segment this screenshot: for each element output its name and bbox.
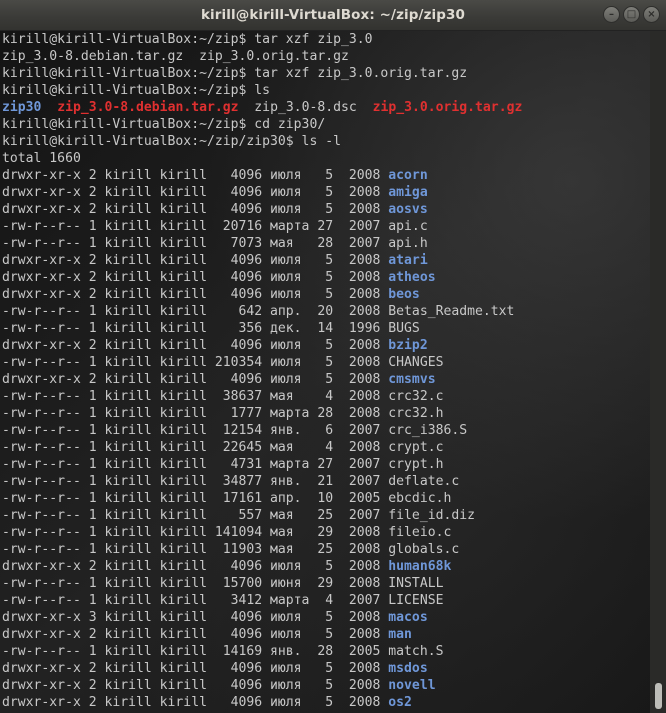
directory-name: novell [388,678,436,693]
file-name: api.c [388,219,428,234]
maximize-icon[interactable]: □ [623,6,640,23]
listing-row: drwxr-xr-x 2 kirill kirill 4096 июля 5 2… [2,168,428,183]
directory-name: aosvs [388,202,428,217]
listing-row: drwxr-xr-x 2 kirill kirill 4096 июля 5 2… [2,287,420,302]
directory-name: beos [388,287,420,302]
directory-name: man [388,627,412,642]
directory-name: amiga [388,185,428,200]
listing-row: drwxr-xr-x 2 kirill kirill 4096 июля 5 2… [2,202,428,217]
ls-entry: zip30 [2,100,42,115]
listing-row: -rw-r--r-- 1 kirill kirill 7073 мая 28 2… [2,236,428,251]
listing-row: drwxr-xr-x 3 kirill kirill 4096 июля 5 2… [2,610,428,625]
directory-name: msdos [388,661,428,676]
listing-row: drwxr-xr-x 2 kirill kirill 4096 июля 5 2… [2,661,428,676]
listing-row: drwxr-xr-x 2 kirill kirill 4096 июля 5 2… [2,559,452,574]
directory-name: atari [388,253,428,268]
listing-row: -rw-r--r-- 1 kirill kirill 141094 мая 29… [2,525,452,540]
listing-row: drwxr-xr-x 2 kirill kirill 4096 июля 5 2… [2,270,436,285]
file-name: api.h [388,236,428,251]
prompt-line: kirill@kirill-VirtualBox:~/zip$ tar xzf … [2,66,468,81]
listing-row: -rw-r--r-- 1 kirill kirill 4731 марта 27… [2,457,444,472]
file-name: LICENSE [388,593,444,608]
file-name: deflate.c [388,474,460,489]
file-name: globals.c [388,542,460,557]
terminal-window: kirill@kirill-VirtualBox: ~/zip/zip30 – … [0,0,666,713]
file-name: match.S [388,644,444,659]
listing-row: -rw-r--r-- 1 kirill kirill 557 мая 25 20… [2,508,475,523]
listing-row: drwxr-xr-x 2 kirill kirill 4096 июля 5 2… [2,185,428,200]
listing-row: drwxr-xr-x 2 kirill kirill 4096 июля 5 2… [2,338,428,353]
window-title: kirill@kirill-VirtualBox: ~/zip/zip30 [200,7,466,23]
prompt-line: kirill@kirill-VirtualBox:~/zip/zip30$ ls… [2,134,341,149]
ls-output-line: zip30 zip_3.0-8.debian.tar.gz zip_3.0-8.… [0,99,650,116]
directory-name: human68k [388,559,452,574]
file-name: crc32.c [388,389,444,404]
listing-row: -rw-r--r-- 1 kirill kirill 15700 июня 29… [2,576,444,591]
ls-entry: zip_3.0-8.debian.tar.gz [57,100,239,115]
listing-row: drwxr-xr-x 2 kirill kirill 4096 июля 5 2… [2,678,436,693]
listing-row: -rw-r--r-- 1 kirill kirill 11903 мая 25 … [2,542,460,557]
file-name: crc_i386.S [388,423,468,438]
file-name: crc32.h [388,406,444,421]
ls-entry: zip_3.0-8.dsc [254,100,357,115]
listing-row: -rw-r--r-- 1 kirill kirill 356 дек. 14 1… [2,321,420,336]
ls-entry: zip_3.0.orig.tar.gz [372,100,523,115]
file-name: BUGS [388,321,420,336]
scrollbar-thumb[interactable] [655,683,662,709]
file-name: INSTALL [388,576,444,591]
listing-row: -rw-r--r-- 1 kirill kirill 642 апр. 20 2… [2,304,515,319]
output-line: zip_3.0-8.debian.tar.gz zip_3.0.orig.tar… [2,49,349,64]
listing-row: -rw-r--r-- 1 kirill kirill 38637 мая 4 2… [2,389,444,404]
file-name: crypt.h [388,457,444,472]
close-icon[interactable]: × [643,6,660,23]
prompt-line: kirill@kirill-VirtualBox:~/zip$ ls [2,83,271,98]
terminal-output[interactable]: kirill@kirill-VirtualBox:~/zip$ tar xzf … [0,31,650,713]
directory-name: os2 [388,695,412,710]
file-name: Betas_Readme.txt [388,304,515,319]
file-name: file_id.diz [388,508,475,523]
listing-row: -rw-r--r-- 1 kirill kirill 20716 марта 2… [2,219,428,234]
listing-row: -rw-r--r-- 1 kirill kirill 1777 марта 28… [2,406,444,421]
file-name: crypt.c [388,440,444,455]
file-name: CHANGES [388,355,444,370]
output-line: total 1660 [2,151,81,166]
title-bar[interactable]: kirill@kirill-VirtualBox: ~/zip/zip30 – … [0,0,666,31]
listing-row: -rw-r--r-- 1 kirill kirill 17161 апр. 10… [2,491,452,506]
listing-row: drwxr-xr-x 2 kirill kirill 4096 июля 5 2… [2,372,436,387]
directory-name: macos [388,610,428,625]
listing-row: drwxr-xr-x 2 kirill kirill 4096 июля 5 2… [2,253,428,268]
listing-row: -rw-r--r-- 1 kirill kirill 210354 июля 5… [2,355,444,370]
listing-row: -rw-r--r-- 1 kirill kirill 3412 марта 4 … [2,593,444,608]
window-controls: – □ × [603,6,660,23]
listing-row: drwxr-xr-x 2 kirill kirill 4096 июля 5 2… [2,627,412,642]
directory-name: bzip2 [388,338,428,353]
minimize-icon[interactable]: – [603,6,620,23]
file-name: ebcdic.h [388,491,452,506]
file-name: fileio.c [388,525,452,540]
directory-name: acorn [388,168,428,183]
directory-name: cmsmvs [388,372,436,387]
listing-row: -rw-r--r-- 1 kirill kirill 14169 янв. 28… [2,644,444,659]
scrollbar[interactable] [650,31,666,713]
listing-row: drwxr-xr-x 2 kirill kirill 4096 июля 5 2… [2,695,412,710]
listing-row: -rw-r--r-- 1 kirill kirill 34877 янв. 21… [2,474,460,489]
directory-name: atheos [388,270,436,285]
prompt-line: kirill@kirill-VirtualBox:~/zip$ cd zip30… [2,117,326,132]
prompt-line: kirill@kirill-VirtualBox:~/zip$ tar xzf … [2,32,373,47]
listing-row: -rw-r--r-- 1 kirill kirill 12154 янв. 6 … [2,423,468,438]
listing-row: -rw-r--r-- 1 kirill kirill 22645 мая 4 2… [2,440,444,455]
